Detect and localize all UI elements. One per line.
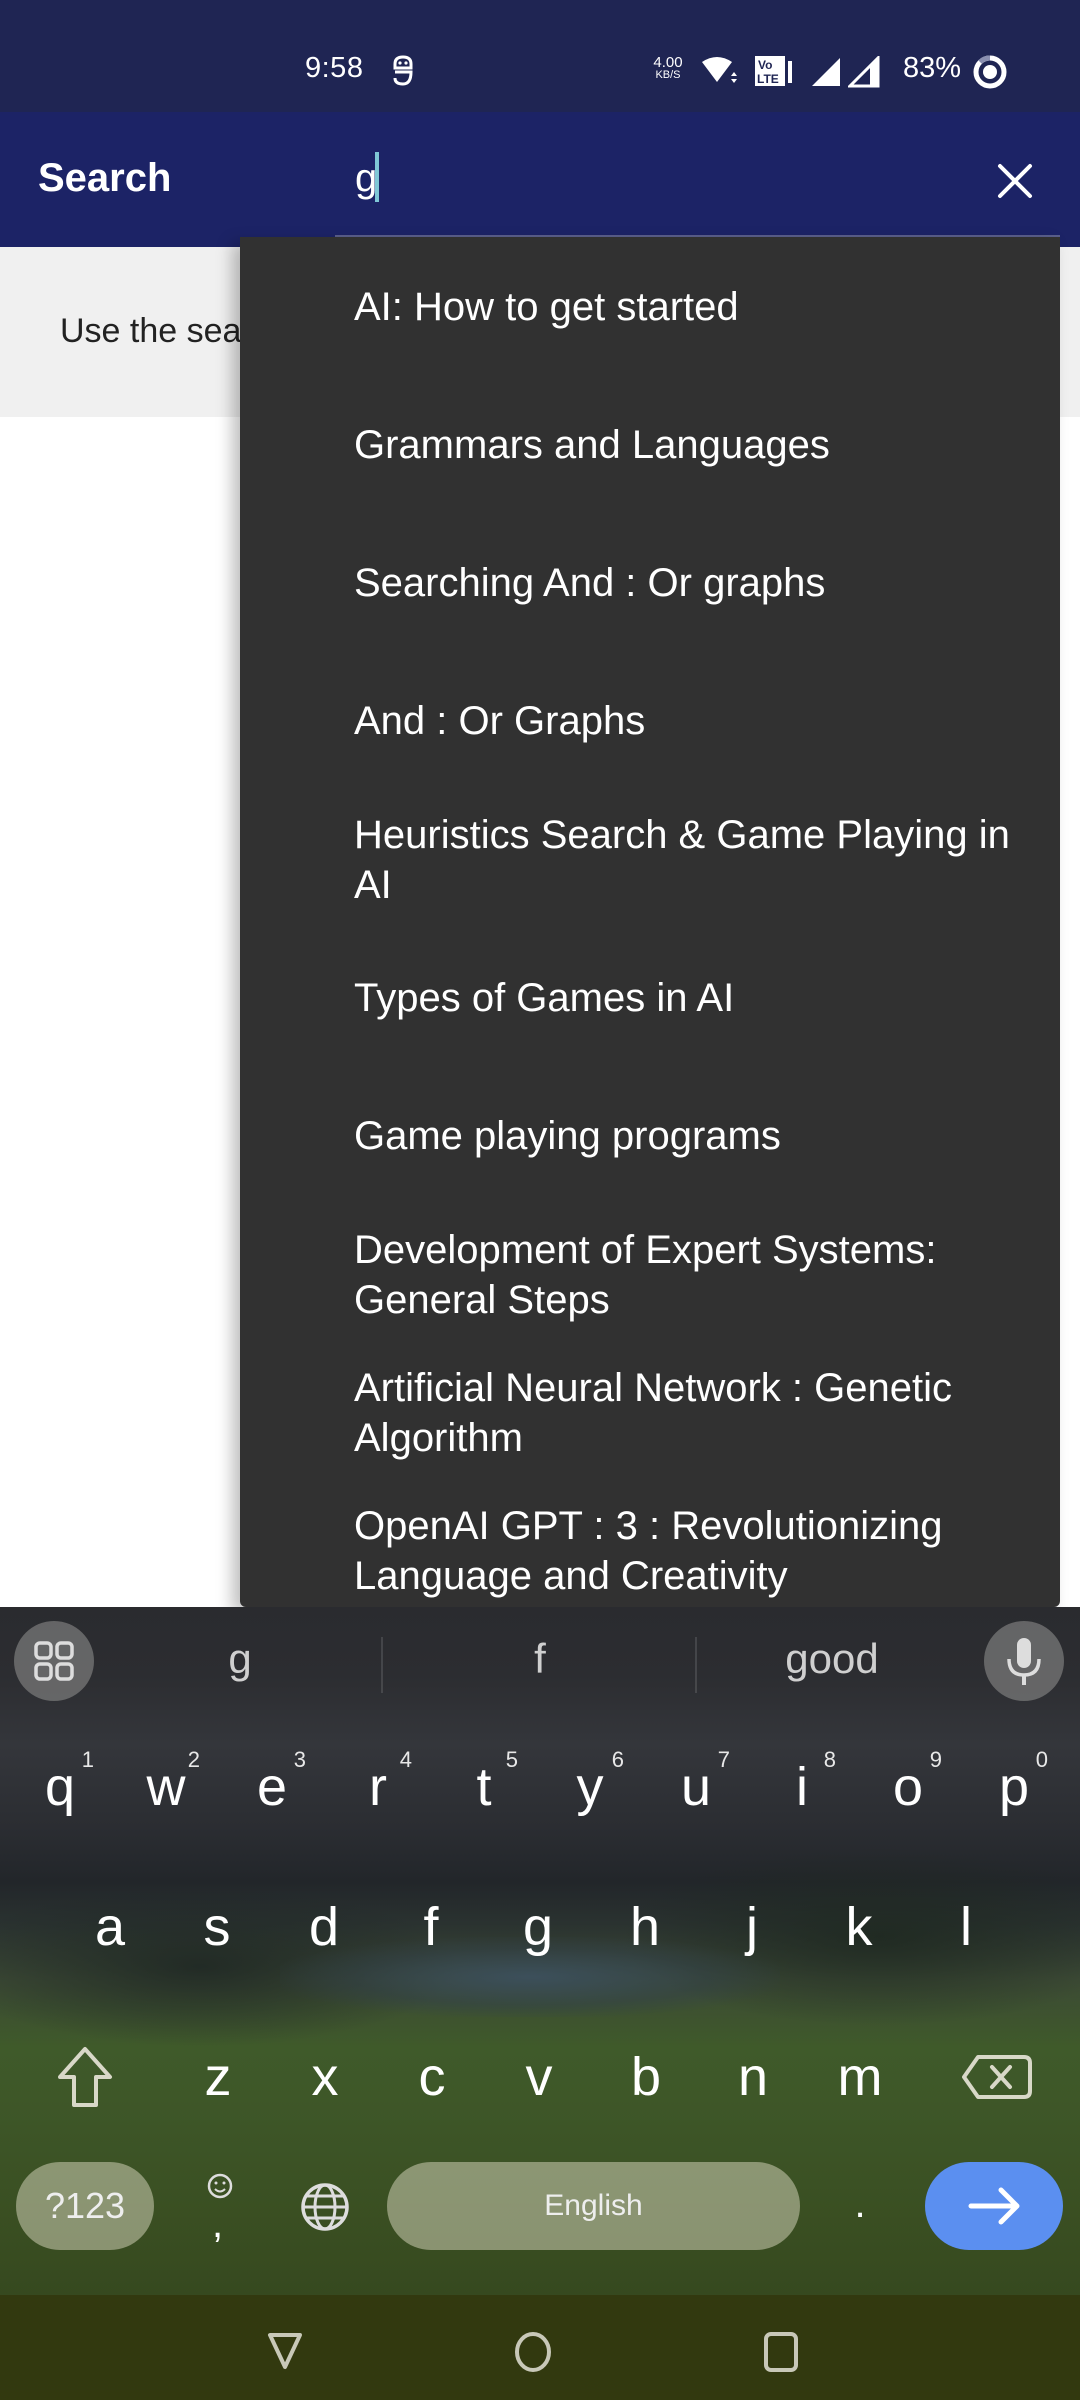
key-r[interactable]: 4r: [328, 1727, 428, 1847]
key-y[interactable]: 6y: [540, 1727, 640, 1847]
globe-icon: [301, 2183, 349, 2231]
enter-key[interactable]: [925, 2162, 1063, 2250]
svg-text:LTE: LTE: [757, 72, 779, 86]
key-f[interactable]: f: [381, 1867, 481, 1987]
symbols-key[interactable]: ?123: [16, 2162, 154, 2250]
key-w[interactable]: 2w: [116, 1727, 216, 1847]
backspace-key[interactable]: [940, 2027, 1050, 2127]
period-key[interactable]: .: [840, 2182, 880, 2242]
word-suggestion[interactable]: good: [712, 1627, 952, 1691]
search-input[interactable]: [335, 146, 975, 210]
key-u[interactable]: 7u: [646, 1727, 746, 1847]
key-j[interactable]: j: [702, 1867, 802, 1987]
text-caret: [375, 152, 379, 202]
back-triangle-icon: [268, 2333, 302, 2369]
recents-button[interactable]: [756, 2325, 806, 2375]
key-q[interactable]: 1q: [10, 1727, 110, 1847]
shift-icon: [58, 2047, 112, 2107]
suggestion-item[interactable]: Game playing programs: [240, 1111, 1060, 1161]
grid-icon: [34, 1641, 74, 1681]
suggestion-item[interactable]: Artificial Neural Network : Genetic Algo…: [240, 1363, 1060, 1463]
suggestion-item[interactable]: Grammars and Languages: [240, 420, 1060, 470]
battery-icon: [972, 54, 1008, 95]
key-b[interactable]: b: [596, 2017, 696, 2137]
battery-percent: 83%: [903, 52, 962, 84]
soft-keyboard: g f good 1q 2w 3e 4r 5t 6y 7u 8i 9o 0p a…: [0, 1607, 1080, 2295]
suggestion-item[interactable]: AI: How to get started: [240, 282, 1060, 332]
comma-emoji-key[interactable]: ,: [190, 2162, 250, 2252]
key-t[interactable]: 5t: [434, 1727, 534, 1847]
home-circle-icon: [515, 2332, 551, 2372]
key-p[interactable]: 0p: [964, 1727, 1064, 1847]
home-button[interactable]: [508, 2325, 558, 2375]
signal-1-icon: [810, 56, 842, 93]
screen: 9:58 4.00 KB/S Vo LTE 83% Search g Use t…: [0, 0, 1080, 2400]
suggestion-item[interactable]: Searching And : Or graphs: [240, 558, 1060, 608]
arrow-right-icon: [968, 2187, 1020, 2225]
key-v[interactable]: v: [489, 2017, 589, 2137]
key-c[interactable]: c: [382, 2017, 482, 2137]
divider: [695, 1637, 697, 1693]
key-z[interactable]: z: [168, 2017, 268, 2137]
volte-icon: Vo LTE: [754, 55, 796, 92]
back-button[interactable]: [260, 2325, 310, 2375]
close-icon[interactable]: [990, 156, 1040, 206]
suggestion-item[interactable]: OpenAI GPT : 3 : Revolutionizing Languag…: [240, 1501, 1060, 1601]
recents-square-icon: [764, 2332, 798, 2372]
backspace-icon: [962, 2055, 1032, 2099]
wifi-icon: [700, 56, 740, 91]
word-suggestion[interactable]: g: [120, 1627, 360, 1691]
suggestion-strip: g f good: [0, 1607, 1080, 1711]
language-key[interactable]: [290, 2172, 360, 2242]
space-key[interactable]: English: [387, 2162, 800, 2250]
signal-2-icon: [846, 54, 880, 93]
divider: [381, 1637, 383, 1693]
key-s[interactable]: s: [167, 1867, 267, 1987]
key-g[interactable]: g: [488, 1867, 588, 1987]
apps-grid-button[interactable]: [14, 1621, 94, 1701]
navigation-bar: [0, 2295, 1080, 2400]
search-suggestions-dropdown: AI: How to get started Grammars and Lang…: [240, 237, 1060, 1607]
key-e[interactable]: 3e: [222, 1727, 322, 1847]
key-a[interactable]: a: [60, 1867, 160, 1987]
suggestion-item[interactable]: Types of Games in AI: [240, 973, 1060, 1023]
key-n[interactable]: n: [703, 2017, 803, 2137]
key-i[interactable]: 8i: [752, 1727, 852, 1847]
status-time: 9:58: [305, 52, 364, 84]
key-d[interactable]: d: [274, 1867, 374, 1987]
page-title: Search: [38, 156, 172, 200]
voice-input-button[interactable]: [984, 1621, 1064, 1701]
net-speed: 4.00 KB/S: [653, 54, 683, 81]
notification-app-icon: [390, 54, 416, 93]
key-h[interactable]: h: [595, 1867, 695, 1987]
suggestion-item[interactable]: Heuristics Search & Game Playing in AI: [240, 810, 1060, 910]
microphone-icon: [1007, 1638, 1041, 1685]
app-bar: Search: [0, 112, 1080, 247]
key-x[interactable]: x: [275, 2017, 375, 2137]
shift-key[interactable]: [30, 2027, 140, 2127]
key-l[interactable]: l: [916, 1867, 1016, 1987]
suggestion-item[interactable]: Development of Expert Systems: General S…: [240, 1225, 1060, 1325]
word-suggestion[interactable]: f: [420, 1627, 660, 1691]
key-m[interactable]: m: [810, 2017, 910, 2137]
suggestion-item[interactable]: And : Or Graphs: [240, 696, 1060, 746]
key-o[interactable]: 9o: [858, 1727, 958, 1847]
status-bar: 9:58 4.00 KB/S Vo LTE 83%: [0, 0, 1080, 112]
key-k[interactable]: k: [809, 1867, 909, 1987]
svg-text:Vo: Vo: [758, 58, 772, 72]
comma-label: ,: [212, 2202, 224, 2246]
